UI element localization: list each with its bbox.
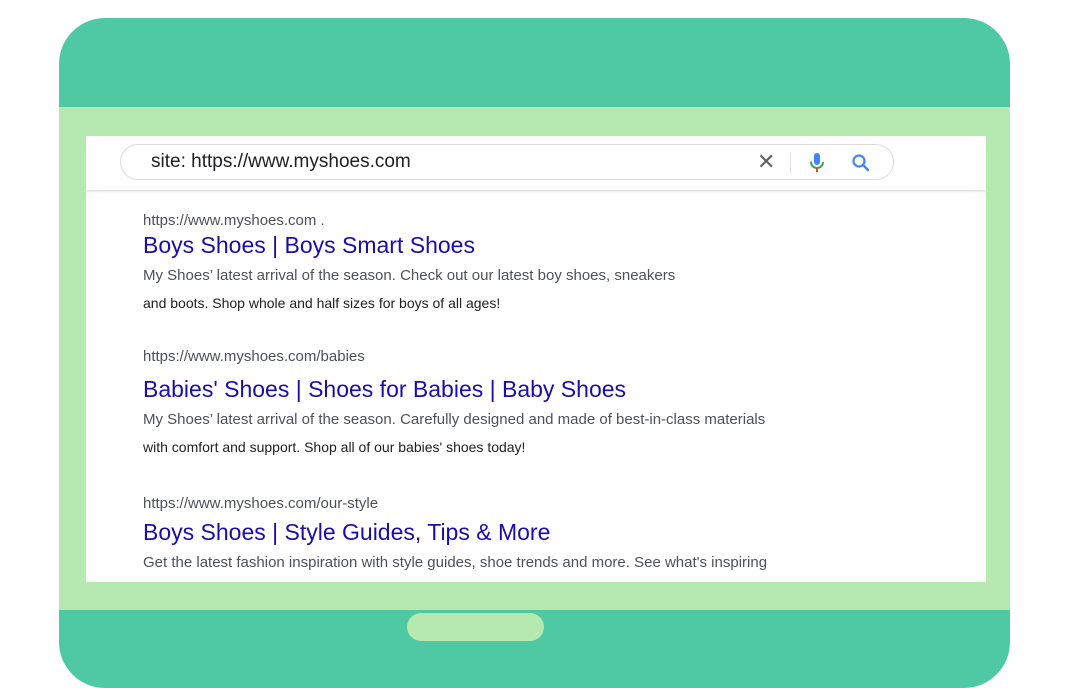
search-divider bbox=[790, 153, 791, 173]
result-snippet: My Shoes’ latest arrival of the season. … bbox=[143, 411, 766, 428]
result-title-link[interactable]: Babies' Shoes | Shoes for Babies | Baby … bbox=[143, 376, 626, 403]
search-input[interactable] bbox=[151, 151, 711, 173]
microphone-icon[interactable] bbox=[808, 152, 826, 174]
close-icon[interactable]: ✕ bbox=[757, 151, 775, 173]
result-snippet: Get the latest fashion inspiration with … bbox=[143, 554, 768, 571]
search-box[interactable]: ✕ bbox=[120, 144, 894, 180]
result-url[interactable]: https://www.myshoes.com . bbox=[143, 212, 325, 229]
result-snippet: with comfort and support. Shop all of ou… bbox=[143, 439, 526, 455]
screen-bezel: ✕ bbox=[59, 107, 1010, 610]
browser-screen: ✕ bbox=[86, 136, 986, 582]
result-title-link[interactable]: Boys Shoes | Style Guides, Tips & More bbox=[143, 519, 550, 546]
search-icon[interactable] bbox=[851, 153, 871, 173]
result-title-link[interactable]: Boys Shoes | Boys Smart Shoes bbox=[143, 232, 475, 259]
result-snippet: and boots. Shop whole and half sizes for… bbox=[143, 295, 501, 311]
home-button[interactable] bbox=[407, 613, 544, 641]
device-frame: ✕ bbox=[59, 18, 1010, 688]
result-url[interactable]: https://www.myshoes.com/babies bbox=[143, 348, 365, 365]
result-snippet: My Shoes’ latest arrival of the season. … bbox=[143, 267, 676, 284]
result-url[interactable]: https://www.myshoes.com/our-style bbox=[143, 495, 378, 512]
search-header: ✕ bbox=[86, 136, 986, 190]
